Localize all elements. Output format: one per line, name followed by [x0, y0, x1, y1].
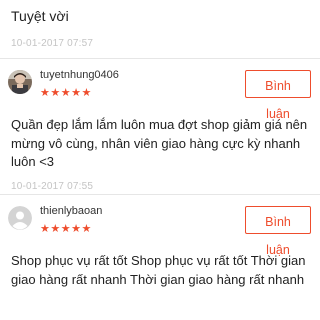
review-timestamp: 10-01-2017 07:57 [11, 38, 94, 49]
rating-stars: ★★★★★ [40, 223, 92, 235]
review-list: Tuyệt vời 10-01-2017 07:57 tuyetnhung040… [0, 0, 320, 320]
review-item: tuyetnhung0406 ★★★★★ Bình luận Quần đẹp … [0, 59, 320, 194]
review-item: Tuyệt vời 10-01-2017 07:57 [0, 0, 320, 58]
comment-button[interactable]: Bình luận [245, 206, 311, 257]
review-content: Quần đẹp lắm lắm luôn mua đợt shop giảm … [11, 117, 308, 169]
rating-stars: ★★★★★ [40, 87, 92, 99]
review-content: Tuyệt vời [11, 8, 69, 24]
default-user-avatar[interactable] [8, 206, 32, 230]
review-username[interactable]: tuyetnhung0406 [40, 69, 119, 81]
user-photo-avatar[interactable] [8, 70, 32, 94]
review-username[interactable]: thienlybaoan [40, 205, 102, 217]
review-timestamp: 10-01-2017 07:55 [11, 181, 94, 192]
review-item: thienlybaoan ★★★★★ Bình luận Shop phục v… [0, 195, 320, 320]
review-content: Shop phục vụ rất tốt Shop phục vụ rất tố… [11, 253, 306, 287]
comment-button[interactable]: Bình luận [245, 70, 311, 121]
